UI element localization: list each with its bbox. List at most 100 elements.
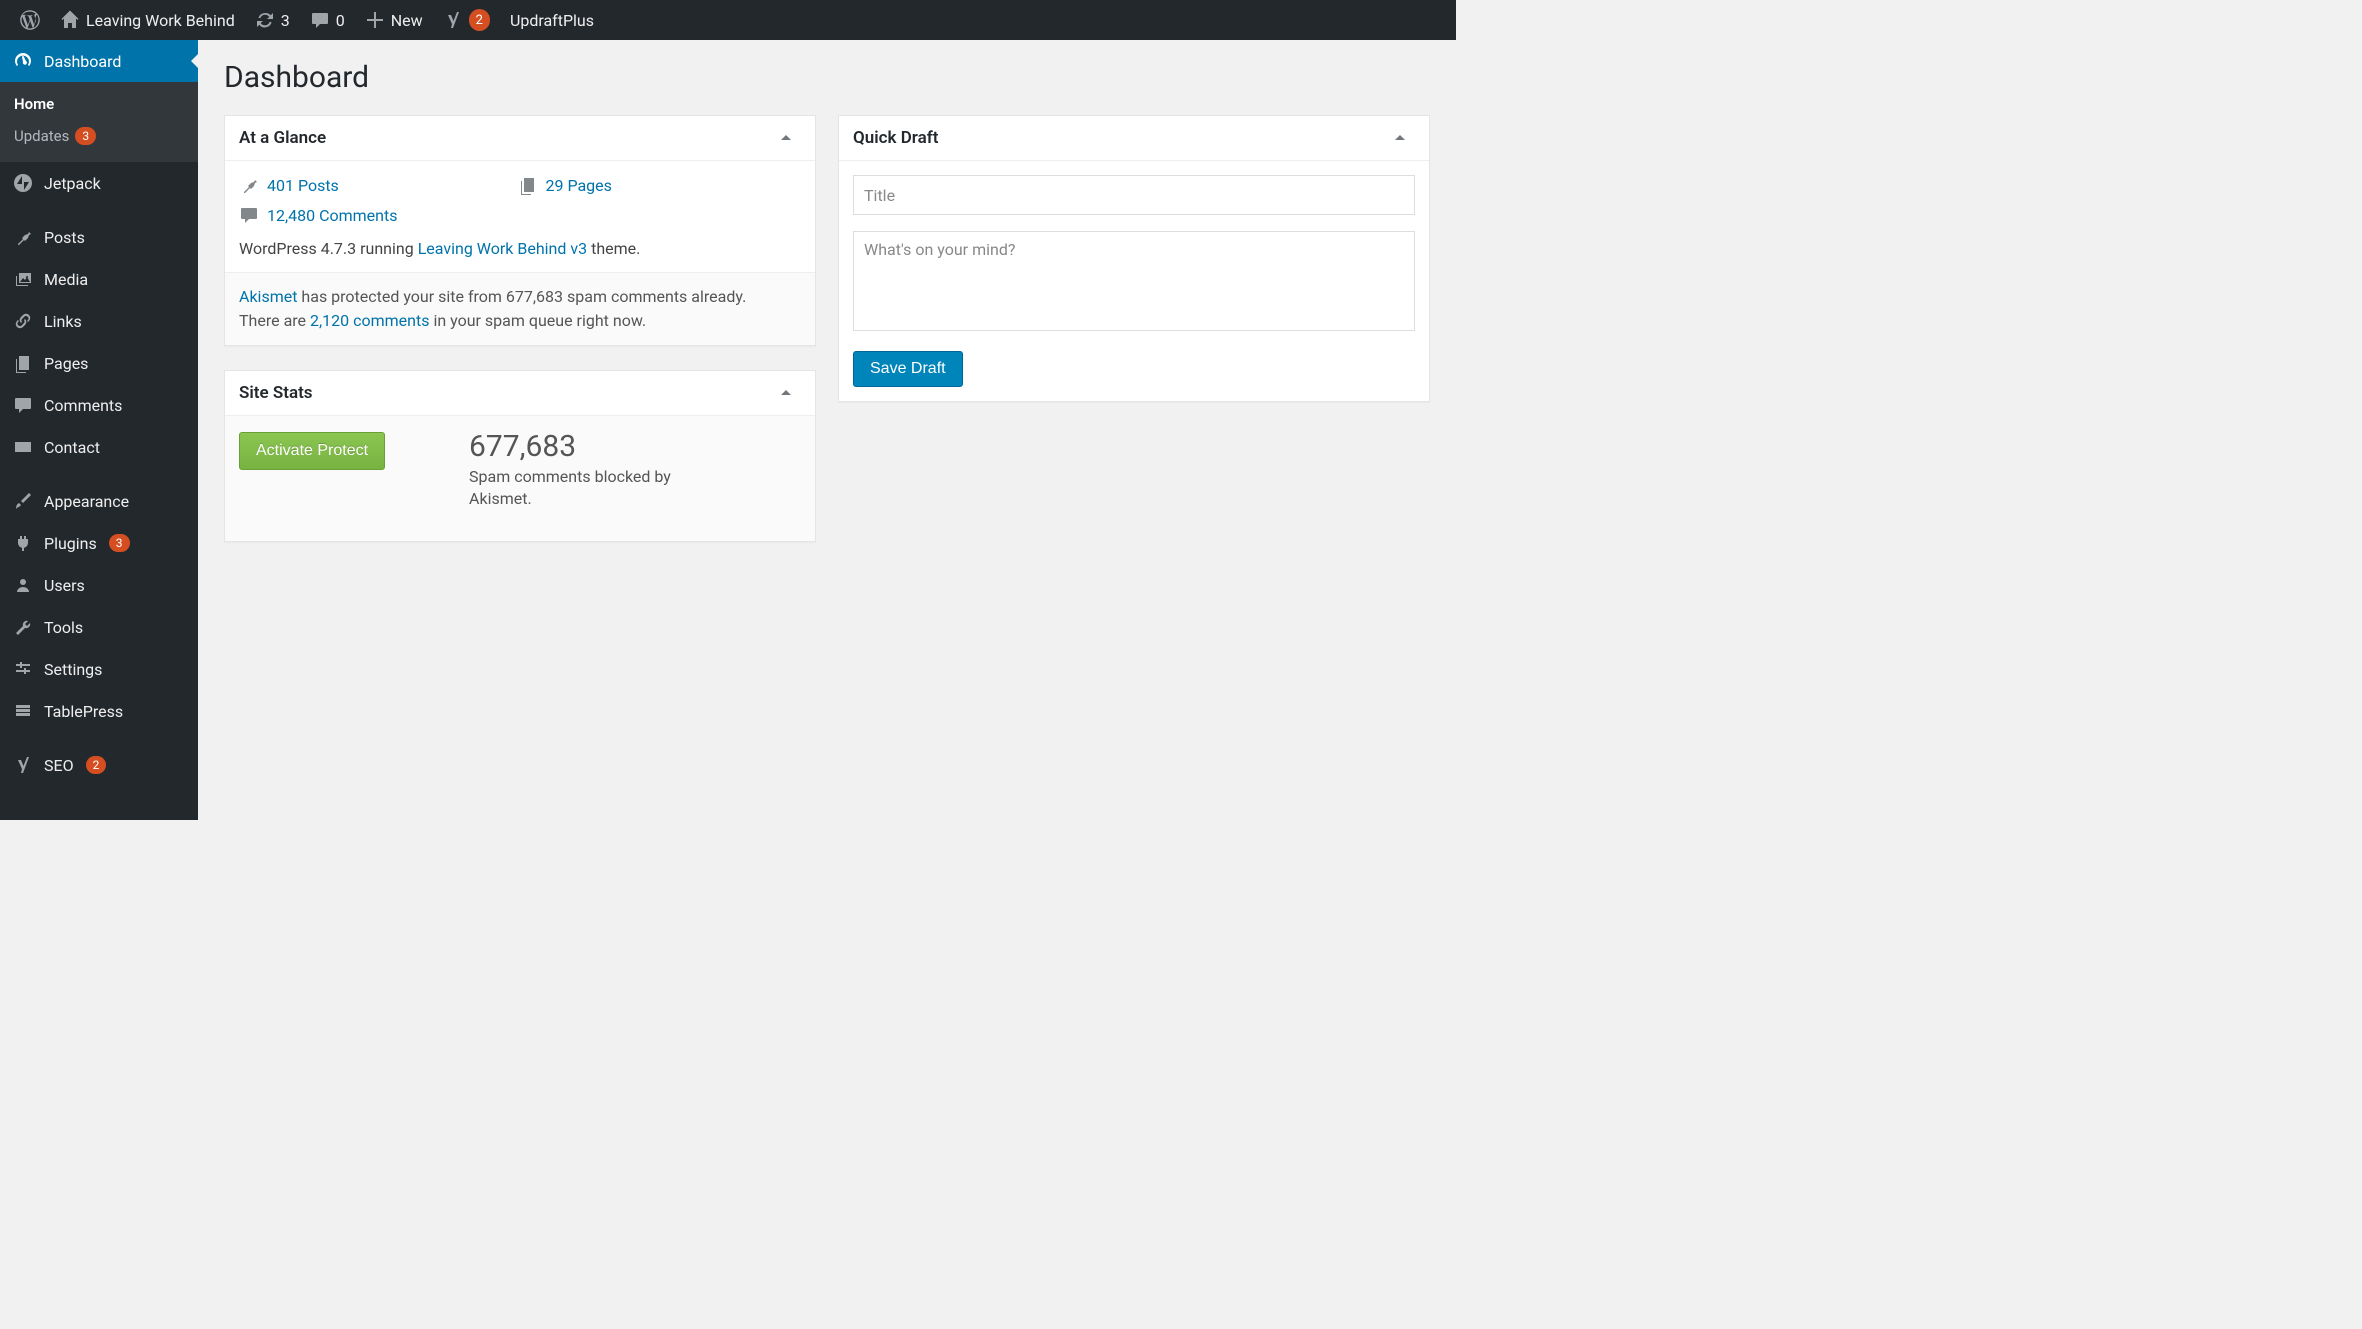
akismet-line2-prefix: There are [239,311,310,330]
widget-quick-draft: Quick Draft Save Draft [838,115,1430,402]
wordpress-icon [20,10,40,30]
admin-sidebar: Dashboard Home Updates 3 Jetpack Posts [0,40,198,820]
version-prefix: WordPress 4.7.3 running [239,239,418,258]
admin-bar: Leaving Work Behind 3 0 New 2 UpdraftPlu… [0,0,1456,40]
theme-link[interactable]: Leaving Work Behind v3 [418,239,587,258]
sidebar-item-label: Pages [44,354,88,373]
pin-icon [239,175,259,195]
new-label: New [391,11,423,30]
widget-header: At a Glance [225,116,815,161]
page-title: Dashboard [224,60,1430,95]
yoast-icon [443,10,463,30]
dashboard-submenu: Home Updates 3 [0,82,198,162]
updraft-label: UpdraftPlus [510,11,594,30]
updates-badge: 3 [75,127,96,145]
link-icon [12,310,34,332]
wp-logo-menu[interactable] [10,0,50,40]
dashboard-icon [12,50,34,72]
glance-comments: 12,480 Comments [239,205,801,225]
sidebar-item-label: Tools [44,618,83,637]
posts-link[interactable]: 401 Posts [267,176,339,195]
site-name-menu[interactable]: Leaving Work Behind [50,0,245,40]
sidebar-item-comments[interactable]: Comments [0,384,198,426]
sidebar-item-label: TablePress [44,702,123,721]
glance-posts: 401 Posts [239,175,498,195]
spam-blocked-count: 677,683 [469,432,689,462]
home-icon [60,10,80,30]
akismet-link[interactable]: Akismet [239,287,297,306]
sidebar-item-contact[interactable]: Contact [0,426,198,468]
sidebar-item-dashboard[interactable]: Dashboard [0,40,198,82]
version-suffix: theme. [587,239,640,258]
pages-link[interactable]: 29 Pages [546,176,612,195]
collapse-button[interactable] [771,126,801,150]
yoast-menu[interactable]: 2 [433,0,500,40]
sidebar-item-users[interactable]: Users [0,564,198,606]
new-content-menu[interactable]: New [355,0,433,40]
sidebar-item-appearance[interactable]: Appearance [0,480,198,522]
updates-menu[interactable]: 3 [245,0,300,40]
sidebar-item-tablepress[interactable]: TablePress [0,690,198,732]
refresh-icon [255,10,275,30]
updraft-menu[interactable]: UpdraftPlus [500,0,604,40]
comment-icon [12,394,34,416]
yoast-icon [12,754,34,776]
sidebar-item-label: Media [44,270,88,289]
spam-queue-link[interactable]: 2,120 comments [310,311,429,330]
akismet-line1-rest: has protected your site from 677,683 spa… [297,287,746,306]
chevron-up-icon [780,132,792,144]
widget-title: Site Stats [239,383,313,403]
current-indicator-icon [191,53,199,69]
sidebar-subitem-home[interactable]: Home [0,88,198,120]
draft-title-input[interactable] [853,175,1415,215]
sidebar-item-label: Jetpack [44,174,101,193]
collapse-button[interactable] [1385,126,1415,150]
akismet-line2-suffix: in your spam queue right now. [429,311,646,330]
sidebar-subitem-label: Home [14,95,54,113]
sidebar-item-label: Users [44,576,85,595]
media-icon [12,268,34,290]
sidebar-item-settings[interactable]: Settings [0,648,198,690]
sidebar-item-label: Plugins [44,534,97,553]
sidebar-item-tools[interactable]: Tools [0,606,198,648]
save-draft-button[interactable]: Save Draft [853,351,963,387]
pages-icon [518,175,538,195]
sidebar-item-label: Posts [44,228,85,247]
sidebar-subitem-label: Updates [14,127,69,145]
sidebar-item-seo[interactable]: SEO 2 [0,744,198,786]
collapse-button[interactable] [771,381,801,405]
sidebar-item-label: SEO [44,756,74,775]
spam-blocked-label: Spam comments blocked by Akismet. [469,466,689,511]
comments-count: 0 [336,11,345,30]
updates-count: 3 [281,11,290,30]
sliders-icon [12,658,34,680]
sidebar-item-pages[interactable]: Pages [0,342,198,384]
comments-link[interactable]: 12,480 Comments [267,206,398,225]
sidebar-subitem-updates[interactable]: Updates 3 [0,120,198,152]
yoast-badge: 2 [469,9,490,31]
comments-menu[interactable]: 0 [300,0,355,40]
sidebar-item-media[interactable]: Media [0,258,198,300]
plus-icon [365,10,385,30]
sidebar-item-label: Appearance [44,492,129,511]
activate-protect-button[interactable]: Activate Protect [239,432,385,470]
widget-at-a-glance: At a Glance 401 Posts [224,115,816,346]
sidebar-item-links[interactable]: Links [0,300,198,342]
sidebar-item-posts[interactable]: Posts [0,216,198,258]
sidebar-item-plugins[interactable]: Plugins 3 [0,522,198,564]
draft-content-textarea[interactable] [853,231,1415,331]
site-title: Leaving Work Behind [86,11,235,30]
seo-badge: 2 [86,756,107,774]
widget-title: Quick Draft [853,128,938,148]
plug-icon [12,532,34,554]
plugins-badge: 3 [109,534,130,552]
sidebar-item-jetpack[interactable]: Jetpack [0,162,198,204]
sidebar-item-label: Links [44,312,82,331]
widget-title: At a Glance [239,128,326,148]
wp-version-line: WordPress 4.7.3 running Leaving Work Beh… [239,239,801,258]
comment-icon [239,205,259,225]
chevron-up-icon [1394,132,1406,144]
widget-header: Quick Draft [839,116,1429,161]
pages-icon [12,352,34,374]
sidebar-item-label: Contact [44,438,100,457]
